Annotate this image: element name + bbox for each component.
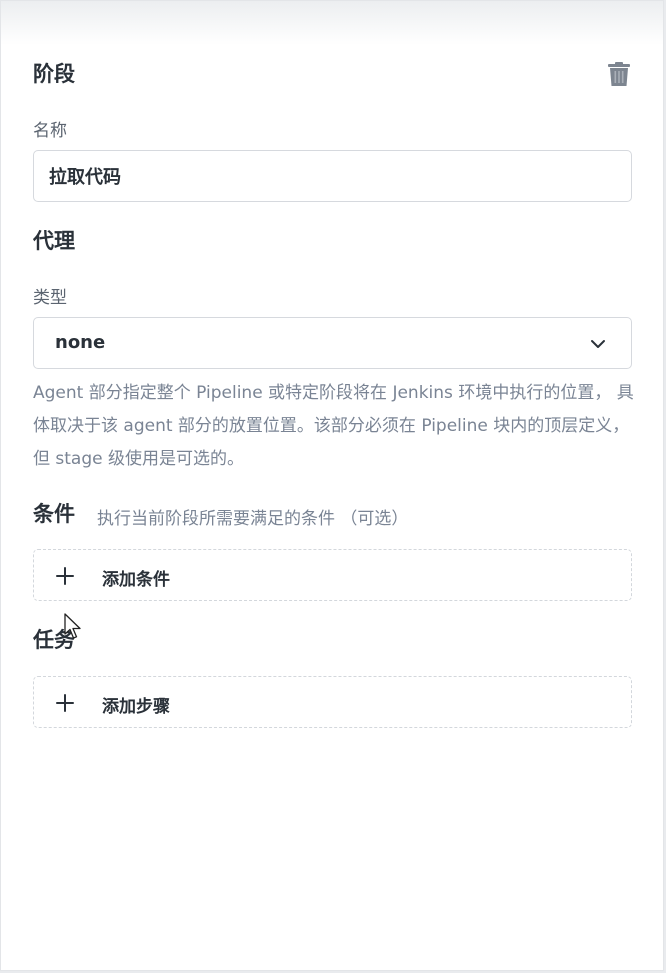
agent-type-select[interactable]: none [33,317,632,369]
agent-section-title: 代理 [33,229,75,253]
agent-type-value: none [55,332,106,353]
chevron-down-icon [591,340,605,348]
stage-section-title: 阶段 [33,62,75,86]
add-step-button[interactable]: 添加步骤 [33,676,632,728]
add-condition-label: 添加条件 [102,570,170,590]
agent-help-text: Agent 部分指定整个 Pipeline 或特定阶段将在 Jenkins 环境… [33,383,634,469]
add-condition-button[interactable]: 添加条件 [33,549,632,601]
add-step-label: 添加步骤 [102,697,170,717]
stage-edit-panel: 阶段 名称 代理 类型 none Agent 部分指定整个 Pipeline 或… [0,0,664,971]
conditions-description: 执行当前阶段所需要满足的条件 （可选） [97,509,409,529]
name-label: 名称 [33,121,67,141]
panel-top-bar [1,1,663,45]
agent-type-label: 类型 [33,288,67,308]
stage-name-input[interactable] [33,150,632,202]
plus-icon [56,567,74,585]
conditions-section-title: 条件 [33,502,75,526]
tasks-section-title: 任务 [33,628,75,652]
trash-icon[interactable] [608,62,630,87]
plus-icon [56,694,74,712]
